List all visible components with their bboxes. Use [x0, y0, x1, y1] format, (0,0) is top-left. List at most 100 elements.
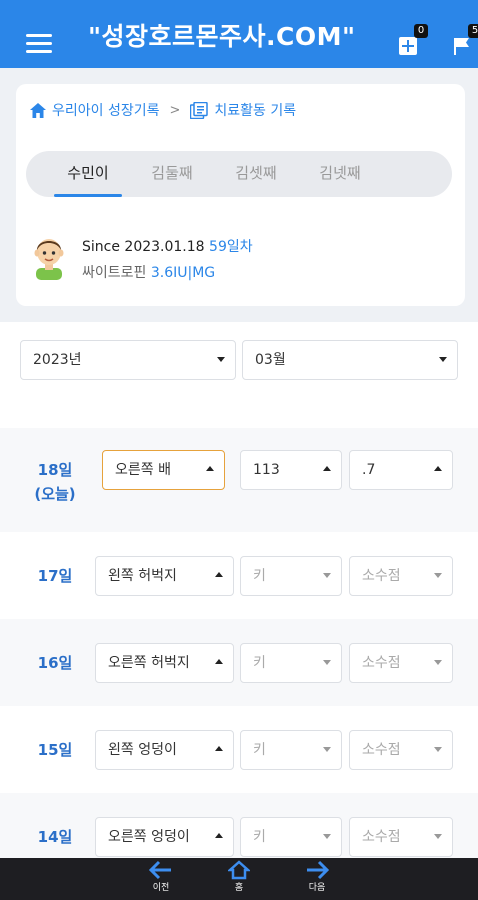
drug-name: 싸이트로핀 — [82, 265, 147, 281]
arrow-left-icon — [149, 860, 171, 880]
day-label: 14일 — [37, 828, 73, 846]
decimal-select[interactable]: 소수점 — [349, 730, 453, 770]
year-select[interactable]: 2023년 — [20, 340, 236, 380]
next-label: 다음 — [308, 883, 326, 893]
decimal-select[interactable]: 소수점 — [349, 817, 453, 857]
entry-row: 14일 오른쪽 엉덩이 키 소수점 — [0, 793, 478, 858]
decimal-select[interactable]: 소수점 — [349, 643, 453, 683]
entry-row: 16일 오른쪽 허벅지 키 소수점 — [0, 619, 478, 706]
dropdown-arrow-icon — [434, 747, 442, 752]
notification-badge: 0 — [414, 24, 428, 38]
breadcrumb-home-link[interactable]: 우리아이 성장기록 — [30, 100, 160, 120]
site-value: 왼쪽 허벅지 — [108, 568, 177, 584]
flag-badge: 5 — [468, 24, 478, 38]
since-label: Since 2023.01.18 — [82, 239, 205, 255]
child-avatar — [28, 234, 70, 280]
decimal-value: .7 — [362, 462, 376, 478]
height-value: 키 — [253, 742, 266, 758]
day-count: 59일차 — [209, 239, 253, 255]
decimal-value: 소수점 — [362, 742, 401, 758]
hamburger-menu-icon[interactable] — [26, 34, 52, 54]
dropdown-arrow-icon — [439, 357, 447, 362]
home-icon — [228, 860, 250, 880]
drug-info: 싸이트로핀 3.6IU|MG — [82, 262, 215, 282]
day-label: 15일 — [37, 741, 73, 759]
dropdown-arrow-icon — [434, 466, 442, 471]
height-select[interactable]: 113 — [240, 450, 342, 490]
home-icon — [30, 102, 46, 118]
injection-site-select[interactable]: 오른쪽 배 — [102, 450, 225, 490]
decimal-select[interactable]: 소수점 — [349, 556, 453, 596]
site-value: 오른쪽 허벅지 — [108, 655, 190, 671]
injection-site-select[interactable]: 오른쪽 엉덩이 — [95, 817, 234, 857]
dropdown-arrow-icon — [434, 660, 442, 665]
decimal-select[interactable]: .7 — [349, 450, 453, 490]
height-select[interactable]: 키 — [240, 556, 342, 596]
site-value: 왼쪽 엉덩이 — [108, 742, 177, 758]
decimal-value: 소수점 — [362, 568, 401, 584]
drug-dose: 3.6IU|MG — [150, 265, 216, 281]
height-select[interactable]: 키 — [240, 817, 342, 857]
dropdown-arrow-icon — [323, 466, 331, 471]
app-title: "성장호르몬주사.COM" — [88, 22, 356, 51]
child-profile-card: 우리아이 성장기록 > 치료활동 기록 수민이 김둘째 김셋째 김넷째 Sinc… — [16, 84, 465, 306]
dropdown-arrow-icon — [215, 659, 223, 664]
height-select[interactable]: 키 — [240, 643, 342, 683]
next-button[interactable]: 다음 — [297, 860, 337, 893]
height-select[interactable]: 키 — [240, 730, 342, 770]
bottom-nav-bar: 이전 홈 다음 — [0, 858, 478, 900]
top-app-bar: "성장호르몬주사.COM" 0 5 — [0, 0, 478, 68]
prev-button[interactable]: 이전 — [141, 860, 181, 893]
site-value: 오른쪽 배 — [115, 462, 171, 478]
decimal-value: 소수점 — [362, 655, 401, 671]
decimal-value: 소수점 — [362, 829, 401, 845]
month-select[interactable]: 03월 — [242, 340, 458, 380]
tab-child-4[interactable]: 김넷째 — [298, 151, 382, 197]
year-value: 2023년 — [33, 352, 82, 368]
dropdown-arrow-icon — [215, 572, 223, 577]
notebook-icon — [190, 101, 209, 119]
height-value: 113 — [253, 462, 280, 478]
site-value: 오른쪽 엉덩이 — [108, 829, 190, 845]
day-number: 18일 — [37, 461, 73, 479]
prev-label: 이전 — [152, 883, 170, 893]
today-label: (오늘) — [34, 485, 76, 503]
height-value: 키 — [253, 655, 266, 671]
breadcrumb-home-label: 우리아이 성장기록 — [52, 103, 160, 119]
arrow-right-icon — [307, 860, 329, 880]
flag-icon[interactable]: 5 — [452, 24, 478, 56]
day-label: 18일 (오늘) — [20, 458, 90, 506]
dropdown-arrow-icon — [215, 833, 223, 838]
tab-child-3[interactable]: 김셋째 — [214, 151, 298, 197]
height-value: 키 — [253, 568, 266, 584]
dropdown-arrow-icon — [323, 660, 331, 665]
dropdown-arrow-icon — [323, 834, 331, 839]
month-value: 03월 — [255, 352, 286, 368]
injection-site-select[interactable]: 오른쪽 허벅지 — [95, 643, 234, 683]
dropdown-arrow-icon — [434, 573, 442, 578]
dropdown-arrow-icon — [206, 466, 214, 471]
day-label: 17일 — [37, 567, 73, 585]
dropdown-arrow-icon — [217, 357, 225, 362]
since-date: Since 2023.01.18 59일차 — [82, 236, 253, 256]
breadcrumb-current-label: 치료활동 기록 — [214, 103, 297, 119]
home-label: 홈 — [234, 883, 244, 893]
tab-child-1[interactable]: 수민이 — [46, 151, 130, 197]
home-button[interactable]: 홈 — [219, 860, 259, 893]
add-box-icon[interactable]: 0 — [398, 24, 428, 56]
injection-site-select[interactable]: 왼쪽 엉덩이 — [95, 730, 234, 770]
breadcrumb: 우리아이 성장기록 > 치료활동 기록 — [30, 100, 296, 120]
entry-row: 15일 왼쪽 엉덩이 키 소수점 — [0, 706, 478, 793]
day-label: 16일 — [37, 654, 73, 672]
dropdown-arrow-icon — [434, 834, 442, 839]
injection-site-select[interactable]: 왼쪽 허벅지 — [95, 556, 234, 596]
height-value: 키 — [253, 829, 266, 845]
child-tabs: 수민이 김둘째 김셋째 김넷째 — [26, 151, 452, 197]
tab-child-2[interactable]: 김둘째 — [130, 151, 214, 197]
dropdown-arrow-icon — [323, 573, 331, 578]
breadcrumb-current: 치료활동 기록 — [190, 100, 296, 120]
entry-row: 17일 왼쪽 허벅지 키 소수점 — [0, 532, 478, 619]
dropdown-arrow-icon — [323, 747, 331, 752]
breadcrumb-separator: > — [169, 102, 181, 118]
entry-row-today: 18일 (오늘) 오른쪽 배 113 .7 — [0, 428, 478, 532]
